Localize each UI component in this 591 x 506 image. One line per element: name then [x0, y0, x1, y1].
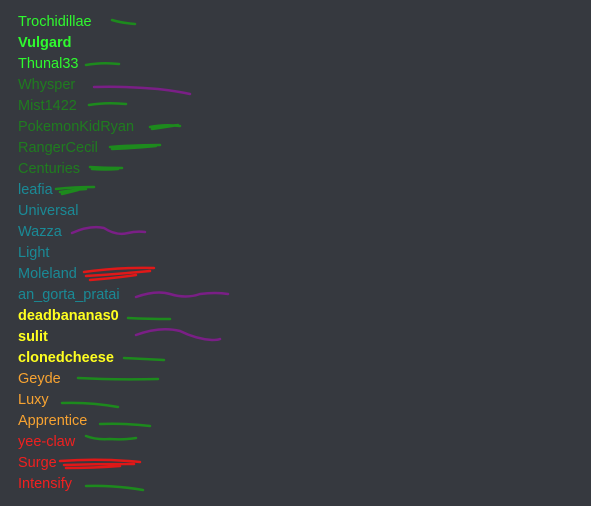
member-list-item[interactable]: Geyde: [18, 369, 134, 390]
member-list-item[interactable]: sulit: [18, 327, 134, 348]
member-list-item[interactable]: clonedcheese: [18, 348, 134, 369]
member-list-item[interactable]: Apprentice: [18, 411, 134, 432]
member-list-item[interactable]: Whysper: [18, 75, 134, 96]
member-list-item[interactable]: yee-claw: [18, 432, 134, 453]
member-list-item[interactable]: Trochidillae: [18, 12, 134, 33]
member-list-item[interactable]: Universal: [18, 201, 134, 222]
member-list: Trochidillae Vulgard Thunal33 Whysper Mist14…: [18, 12, 134, 495]
scribble-deadbananas0: [126, 316, 172, 321]
scribble-sulit: [134, 327, 222, 342]
member-list-item[interactable]: Moleland: [18, 264, 134, 285]
member-list-item[interactable]: leafia: [18, 180, 134, 201]
member-list-item[interactable]: an_gorta_pratai: [18, 285, 134, 306]
scribble-an-gorta-pratai: [134, 291, 230, 299]
member-list-item[interactable]: Intensify: [18, 474, 134, 495]
member-list-item[interactable]: Vulgard: [18, 33, 134, 54]
member-list-item[interactable]: Wazza: [18, 222, 134, 243]
member-list-item[interactable]: Thunal33: [18, 54, 134, 75]
member-list-item[interactable]: Luxy: [18, 390, 134, 411]
member-list-item[interactable]: deadbananas0: [18, 306, 134, 327]
scribble-pokemonkidryan: [148, 123, 182, 131]
member-list-item[interactable]: Surge: [18, 453, 134, 474]
member-list-item[interactable]: RangerCecil: [18, 138, 134, 159]
member-list-item[interactable]: Centuries: [18, 159, 134, 180]
member-list-item[interactable]: PokemonKidRyan: [18, 117, 134, 138]
member-list-item[interactable]: Mist1422: [18, 96, 134, 117]
member-list-item[interactable]: Light: [18, 243, 134, 264]
